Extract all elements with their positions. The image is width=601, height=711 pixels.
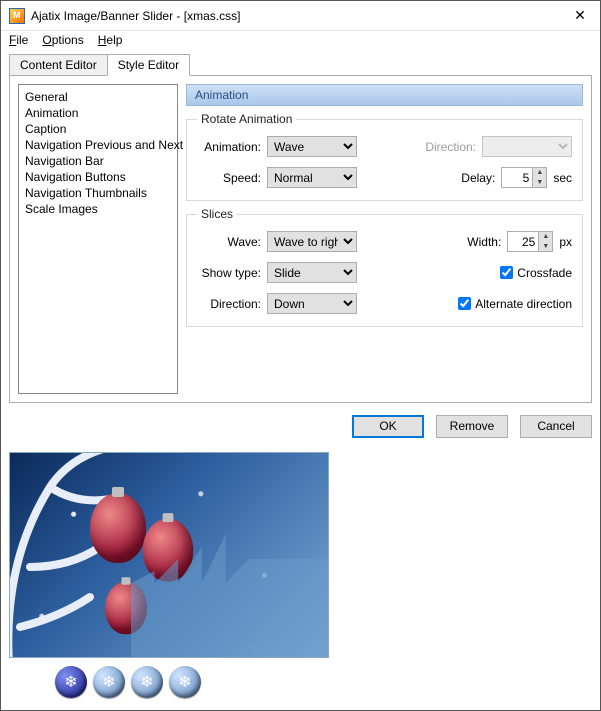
list-item-nav-bar[interactable]: Navigation Bar	[25, 153, 171, 169]
list-item-animation[interactable]: Animation	[25, 105, 171, 121]
width-input[interactable]	[508, 232, 538, 251]
slices-legend: Slices	[197, 207, 237, 221]
thumb-1[interactable]: ❄	[55, 666, 87, 698]
tab-style-editor[interactable]: Style Editor	[107, 54, 190, 76]
width-label: Width:	[437, 235, 501, 249]
app-icon	[9, 8, 25, 24]
thumb-3[interactable]: ❄	[131, 666, 163, 698]
crossfade-checkbox[interactable]: Crossfade	[500, 266, 572, 280]
wave-select[interactable]: Wave to right	[267, 231, 357, 252]
window-title: Ajatix Image/Banner Slider - [xmas.css]	[31, 9, 560, 23]
dialog-buttons: OK Remove Cancel	[1, 403, 600, 448]
animation-select[interactable]: Wave	[267, 136, 357, 157]
main-panel: General Animation Caption Navigation Pre…	[9, 75, 592, 403]
rotate-legend: Rotate Animation	[197, 112, 296, 126]
title-bar: Ajatix Image/Banner Slider - [xmas.css] …	[1, 1, 600, 31]
list-item-scale-images[interactable]: Scale Images	[25, 201, 171, 217]
category-list[interactable]: General Animation Caption Navigation Pre…	[18, 84, 178, 394]
list-item-general[interactable]: General	[25, 89, 171, 105]
list-item-nav-buttons[interactable]: Navigation Buttons	[25, 169, 171, 185]
direction-select	[482, 136, 572, 157]
spin-down-icon[interactable]: ▼	[539, 242, 552, 252]
delay-spinner[interactable]: ▲▼	[501, 167, 547, 188]
delay-label: Delay:	[431, 171, 495, 185]
tab-bar: Content Editor Style Editor	[1, 54, 600, 76]
width-unit: px	[559, 235, 572, 249]
alternate-label: Alternate direction	[475, 297, 572, 311]
alternate-input[interactable]	[458, 297, 471, 310]
list-item-caption[interactable]: Caption	[25, 121, 171, 137]
ornament-icon	[90, 493, 146, 563]
speed-select[interactable]: Normal	[267, 167, 357, 188]
crossfade-input[interactable]	[500, 266, 513, 279]
spin-up-icon[interactable]: ▲	[539, 232, 552, 242]
showtype-select[interactable]: Slide	[267, 262, 357, 283]
menu-bar: File Options Help	[1, 31, 600, 53]
preview-image	[9, 452, 329, 658]
menu-help[interactable]: Help	[98, 33, 123, 47]
animation-label: Animation:	[197, 140, 261, 154]
close-button[interactable]: ✕	[560, 1, 600, 31]
alternate-checkbox[interactable]: Alternate direction	[458, 297, 572, 311]
thumbnail-nav: ❄ ❄ ❄ ❄	[1, 666, 600, 710]
speed-label: Speed:	[197, 171, 261, 185]
section-header: Animation	[186, 84, 583, 106]
spin-up-icon[interactable]: ▲	[533, 168, 546, 178]
tab-content-editor[interactable]: Content Editor	[9, 54, 108, 76]
thumb-2[interactable]: ❄	[93, 666, 125, 698]
spin-down-icon[interactable]: ▼	[533, 178, 546, 188]
crossfade-label: Crossfade	[517, 266, 572, 280]
list-item-nav-thumbnails[interactable]: Navigation Thumbnails	[25, 185, 171, 201]
width-spinner[interactable]: ▲▼	[507, 231, 553, 252]
slices-group: Slices Wave: Wave to right Width: ▲▼ px …	[186, 207, 583, 327]
delay-unit: sec	[553, 171, 572, 185]
ok-button[interactable]: OK	[352, 415, 424, 438]
remove-button[interactable]: Remove	[436, 415, 508, 438]
cancel-button[interactable]: Cancel	[520, 415, 592, 438]
slice-direction-label: Direction:	[197, 297, 261, 311]
menu-file[interactable]: File	[9, 33, 28, 47]
slice-direction-select[interactable]: Down	[267, 293, 357, 314]
rotate-animation-group: Rotate Animation Animation: Wave Directi…	[186, 112, 583, 201]
wave-label: Wave:	[197, 235, 261, 249]
list-item-nav-prev-next[interactable]: Navigation Previous and Next	[25, 137, 171, 153]
menu-options[interactable]: Options	[42, 33, 83, 47]
showtype-label: Show type:	[197, 266, 261, 280]
settings-pane: Animation Rotate Animation Animation: Wa…	[186, 84, 583, 394]
direction-label: Direction:	[412, 140, 476, 154]
delay-input[interactable]	[502, 168, 532, 187]
thumb-4[interactable]: ❄	[169, 666, 201, 698]
